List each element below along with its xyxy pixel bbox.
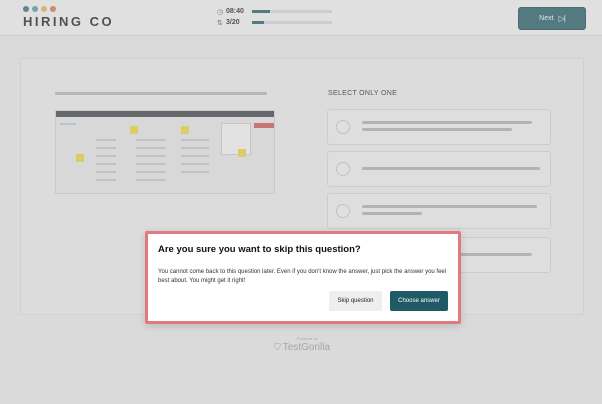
dialog-title: Are you sure you want to skip this quest… [158,244,361,255]
dialog-body: You cannot come back to this question la… [158,269,447,284]
skip-question-button[interactable]: Skip question [329,291,382,311]
choose-answer-button[interactable]: Choose answer [390,291,448,311]
modal-backdrop[interactable] [0,0,602,404]
skip-confirmation-dialog: Are you sure you want to skip this quest… [145,231,461,324]
assessment-page: HIRING CO ◷ 08:40 ⇅ 3/20 Next ▷| SELECT … [0,0,602,404]
